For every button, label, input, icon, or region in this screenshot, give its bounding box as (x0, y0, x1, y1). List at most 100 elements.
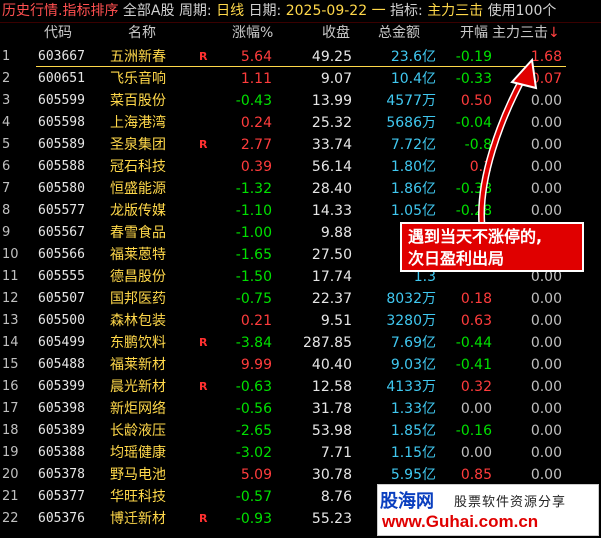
change-pct: -1.10 (235, 203, 272, 219)
total-amount: 7.72亿 (390, 137, 436, 153)
stock-code: 605488 (38, 357, 85, 372)
table-row[interactable]: 12 605507 国邦医药 -0.75 22.37 8032万 0.18 0.00 (0, 288, 601, 310)
change-pct: -0.75 (235, 291, 272, 307)
table-row[interactable]: 19 605388 均瑶健康 -3.02 7.71 1.15亿 0.00 0.00 (0, 442, 601, 464)
main3-value: 0.07 (530, 71, 562, 87)
callout-line-2: 次日盈利出局 (408, 249, 505, 268)
close-price: 56.14 (311, 159, 352, 175)
period-value[interactable]: 日线 (216, 0, 244, 22)
stock-code: 605555 (38, 269, 85, 284)
table-row[interactable]: 15 605488 福莱新材 9.99 40.40 9.03亿 -0.41 0.00 (0, 354, 601, 376)
table-row[interactable]: 20 605378 野马电池 5.09 30.78 5.95亿 0.85 0.00 (0, 464, 601, 486)
table-row[interactable]: 18 605389 长龄液压 -2.65 53.98 1.85亿 -0.16 0.00 (0, 420, 601, 442)
change-pct: -1.50 (235, 269, 272, 285)
table-row[interactable]: 8 605577 龙版传媒 -1.10 14.33 1.05亿 -0.28 0.00 (0, 200, 601, 222)
change-pct: 5.09 (240, 467, 272, 483)
column-header-close[interactable]: 收盘 (322, 22, 350, 44)
stock-code: 605507 (38, 291, 85, 306)
indicator-value[interactable]: 主力三击 (427, 0, 483, 22)
column-header-change[interactable]: 涨幅% (232, 22, 273, 44)
stock-name: 福莱蒽特 (110, 247, 166, 263)
close-price: 55.23 (311, 511, 352, 527)
open-pct: -0.16 (455, 423, 492, 439)
watermark: 股海网 股票软件资源分享 www.Guhai.com.cn (377, 484, 599, 536)
table-row[interactable]: 13 605500 森林包装 0.21 9.51 3280万 0.63 0.00 (0, 310, 601, 332)
stock-name: 德昌股份 (110, 269, 166, 285)
margin-flag: R (199, 512, 208, 525)
row-index: 3 (2, 93, 11, 108)
main3-value: 0.00 (530, 93, 562, 109)
stock-name: 圣泉集团 (110, 137, 166, 153)
table-row[interactable]: 4 605598 上海港湾 0.24 25.32 5686万 -0.04 0.00 (0, 112, 601, 134)
column-header-code[interactable]: 代码 (44, 22, 72, 44)
stock-code: 605588 (38, 159, 85, 174)
stock-name: 龙版传媒 (110, 203, 166, 219)
stock-code: 605500 (38, 313, 85, 328)
row-index: 5 (2, 137, 11, 152)
main3-value: 0.00 (530, 203, 562, 219)
main3-value: 0.00 (530, 291, 562, 307)
stock-code: 605580 (38, 181, 85, 196)
main3-value: 0.00 (530, 467, 562, 483)
sort-desc-icon: ↓ (548, 25, 560, 41)
stock-code: 605499 (38, 335, 85, 350)
table-row[interactable]: 17 605398 新炬网络 -0.56 31.78 1.33亿 0.00 0.00 (0, 398, 601, 420)
row-index: 13 (2, 313, 19, 328)
row-index: 19 (2, 445, 19, 460)
close-price: 14.33 (311, 203, 352, 219)
table-row[interactable]: 5 605589 圣泉集团 R 2.77 33.74 7.72亿 -0.8 0.00 (0, 134, 601, 156)
total-amount: 5.95亿 (390, 467, 436, 483)
change-pct: -1.32 (235, 181, 272, 197)
table-row[interactable]: 16 605399 晨光新材 R -0.63 12.58 4133万 0.32 0.00 (0, 376, 601, 398)
close-price: 22.37 (311, 291, 352, 307)
total-amount: 9.03亿 (390, 357, 436, 373)
stock-name: 晨光新材 (110, 379, 166, 395)
row-index: 1 (2, 49, 11, 64)
change-pct: -0.43 (235, 93, 272, 109)
stock-name: 森林包装 (110, 313, 166, 329)
stock-name: 博迁新材 (110, 511, 166, 527)
stock-code: 605389 (38, 423, 85, 438)
table-row[interactable]: 7 605580 恒盛能源 -1.32 28.40 1.86亿 -0.38 0.00 (0, 178, 601, 200)
close-price: 25.32 (311, 115, 352, 131)
close-price: 287.85 (303, 335, 352, 351)
open-pct: 0.00 (460, 445, 492, 461)
stock-code: 605577 (38, 203, 85, 218)
date-value[interactable]: 2025-09-22 (286, 0, 367, 22)
total-amount: 1.85亿 (390, 423, 436, 439)
close-price: 9.88 (320, 225, 352, 241)
market-selector[interactable]: 全部A股 (123, 0, 175, 22)
table-row[interactable]: 6 605588 冠石科技 0.39 56.14 1.80亿 0.1 0.00 (0, 156, 601, 178)
column-header-main3[interactable]: 主力三击↓ (492, 22, 560, 44)
stock-code: 605598 (38, 115, 85, 130)
total-amount: 4133万 (386, 379, 436, 395)
stock-code: 605398 (38, 401, 85, 416)
open-pct: 0.18 (460, 291, 492, 307)
column-header-name[interactable]: 名称 (128, 22, 156, 44)
row-index: 22 (2, 511, 19, 526)
stock-name: 恒盛能源 (110, 181, 166, 197)
main3-value: 0.00 (530, 137, 562, 153)
stock-name: 五洲新春 (110, 49, 166, 65)
stock-code: 600651 (38, 71, 85, 86)
change-pct: 0.24 (240, 115, 272, 131)
open-pct: 0.32 (460, 379, 492, 395)
row-index: 15 (2, 357, 19, 372)
table-row[interactable]: 1 603667 五洲新春 R 5.64 49.25 23.6亿 -0.19 1.68 (0, 46, 601, 68)
open-pct: -0.04 (455, 115, 492, 131)
column-header-open[interactable]: 开幅 (460, 22, 488, 44)
open-pct: -0.38 (455, 181, 492, 197)
close-price: 8.76 (320, 489, 352, 505)
row-index: 10 (2, 247, 19, 262)
table-row[interactable]: 14 605499 东鹏饮料 R -3.84 287.85 7.69亿 -0.44 0.00 (0, 332, 601, 354)
margin-flag: R (199, 138, 208, 151)
main3-value: 0.00 (530, 423, 562, 439)
main3-value: 0.00 (530, 357, 562, 373)
column-header-amount[interactable]: 总金额 (378, 22, 420, 44)
row-index: 21 (2, 489, 19, 504)
table-row[interactable]: 3 605599 菜百股份 -0.43 13.99 4577万 0.50 0.00 (0, 90, 601, 112)
main3-value: 0.00 (530, 379, 562, 395)
change-pct: 2.77 (240, 137, 272, 153)
table-row[interactable]: 2 600651 飞乐音响 1.11 9.07 10.4亿 -0.33 0.07 (0, 68, 601, 90)
close-price: 9.51 (320, 313, 352, 329)
